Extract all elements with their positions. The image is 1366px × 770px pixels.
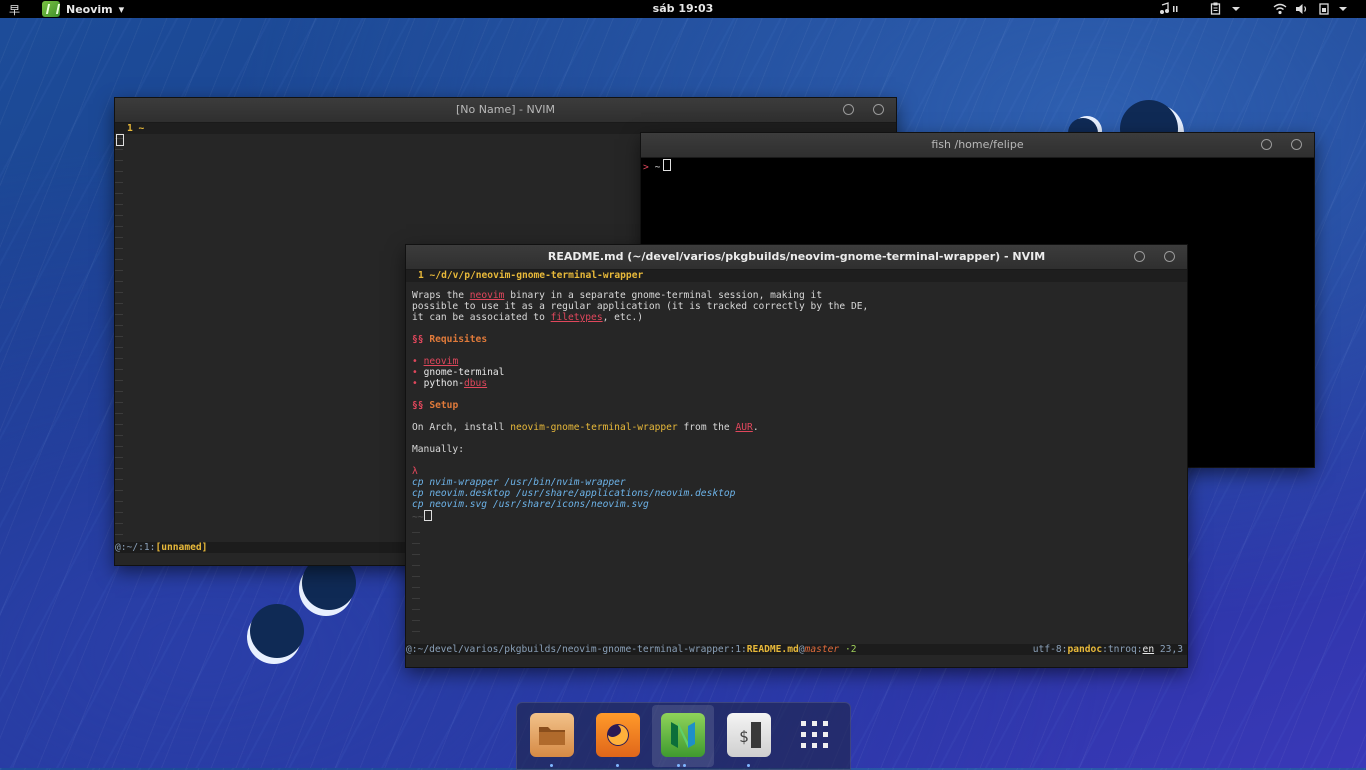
app-menu-label: Neovim: [66, 2, 113, 16]
neovim-app-icon: [42, 1, 60, 17]
prompt-symbol: >: [643, 162, 649, 173]
link[interactable]: neovim: [470, 290, 505, 301]
minimize-button[interactable]: [843, 104, 854, 115]
list-item: • gnome-terminal: [412, 367, 505, 378]
show-applications-icon: [801, 721, 828, 748]
minimize-button[interactable]: [1261, 139, 1272, 150]
format-options: tnroq: [1107, 644, 1137, 655]
close-button[interactable]: [873, 104, 884, 115]
chevron-down-icon: ▾: [118, 2, 125, 16]
heading-setup: §§ Setup: [412, 400, 459, 411]
window-titlebar[interactable]: [No Name] - NVIM: [115, 98, 896, 123]
music-icon[interactable]: [1159, 2, 1181, 16]
wallpaper-moon: [250, 604, 304, 658]
tab-label[interactable]: 1 ~/d/v/p/neovim-gnome-terminal-wrapper: [418, 270, 643, 281]
minimize-button[interactable]: [1134, 251, 1145, 262]
running-indicator: [677, 764, 680, 767]
text-cursor: [116, 134, 124, 146]
code-line: cp neovim.desktop /usr/share/application…: [412, 488, 736, 499]
link[interactable]: filetypes: [551, 312, 603, 323]
running-indicator: [747, 764, 750, 767]
shell-prompt[interactable]: > ~: [643, 159, 672, 173]
clipboard-icon[interactable]: [1210, 2, 1222, 16]
running-indicator: [616, 764, 619, 767]
app-grid-icon[interactable]: [793, 713, 837, 757]
paragraph-line: Wraps the neovim binary in a separate gn…: [412, 290, 823, 301]
volume-icon[interactable]: [1295, 2, 1309, 16]
status-filename: [unnamed]: [155, 542, 208, 553]
top-bar: 早 Neovim ▾ sáb 19:03: [0, 0, 1366, 18]
terminal-icon[interactable]: $: [727, 713, 771, 757]
link[interactable]: AUR: [735, 422, 752, 433]
editor-buffer[interactable]: Wraps the neovim binary in a separate gn…: [412, 290, 868, 523]
chevron-down-icon[interactable]: [1337, 2, 1349, 16]
folder-icon: [539, 727, 565, 745]
list-item: • python-dbus: [412, 378, 488, 389]
link[interactable]: dbus: [464, 378, 487, 389]
power-icon[interactable]: [1318, 2, 1332, 16]
activities-button[interactable]: 早: [9, 2, 20, 18]
app-menu[interactable]: Neovim ▾: [42, 1, 124, 17]
git-changes: ·2: [839, 644, 857, 655]
text-cursor: [663, 159, 672, 171]
text-cursor: [423, 510, 432, 521]
cursor-position: 23,3: [1159, 644, 1183, 655]
running-indicator: [683, 764, 686, 767]
code-line: cp nvim-wrapper /usr/bin/nvim-wrapper: [412, 477, 626, 488]
wifi-icon[interactable]: [1273, 2, 1287, 16]
heading-requisites: §§ Requisites: [412, 334, 488, 345]
window-title: [No Name] - NVIM: [456, 103, 555, 116]
nvim-statusline: @:~/devel/varios/pkgbuilds/neovim-gnome-…: [406, 644, 1187, 655]
status-path: @:~/devel/varios/pkgbuilds/neovim-gnome-…: [406, 644, 747, 655]
firefox-icon[interactable]: [596, 713, 640, 757]
git-branch: master: [804, 644, 840, 655]
paragraph-line: Manually:: [412, 444, 464, 455]
code-block-marker: λ: [412, 466, 418, 477]
paragraph-line: it can be associated to filetypes, etc.): [412, 312, 644, 323]
status-path: @:~/:1:: [115, 542, 156, 553]
code-end-line: ~~: [412, 510, 868, 523]
neovim-logo-icon: [671, 722, 695, 748]
svg-text:$: $: [739, 727, 749, 746]
dock: $: [516, 702, 851, 770]
link[interactable]: neovim: [424, 356, 459, 367]
nvim-tabline[interactable]: 1 ~/d/v/p/neovim-gnome-terminal-wrapper: [406, 270, 1187, 282]
close-button[interactable]: [1291, 139, 1302, 150]
window-title: README.md (~/devel/varios/pkgbuilds/neov…: [547, 250, 1046, 263]
file-encoding: utf-8:: [1032, 644, 1068, 655]
window-title: fish /home/felipe: [931, 138, 1024, 151]
close-button[interactable]: [1164, 251, 1175, 262]
paragraph-line: possible to use it as a regular applicat…: [412, 301, 869, 312]
list-item: • neovim: [412, 356, 459, 367]
empty-line-markers: [115, 133, 123, 540]
paragraph-line: On Arch, install neovim-gnome-terminal-w…: [412, 422, 759, 433]
neovim-icon[interactable]: [661, 713, 705, 757]
nvim-window-readme[interactable]: README.md (~/devel/varios/pkgbuilds/neov…: [406, 245, 1187, 667]
code-line: cp neovim.svg /usr/share/icons/neovim.sv…: [412, 499, 649, 510]
firefox-logo-icon: [607, 724, 629, 746]
window-titlebar[interactable]: README.md (~/devel/varios/pkgbuilds/neov…: [406, 245, 1187, 270]
chevron-down-icon[interactable]: [1230, 2, 1242, 16]
running-indicator: [550, 764, 553, 767]
file-type: pandoc: [1067, 644, 1103, 655]
files-icon[interactable]: [530, 713, 574, 757]
status-filename: README.md: [746, 644, 799, 655]
empty-line-markers: [412, 527, 420, 637]
window-titlebar[interactable]: fish /home/felipe: [641, 133, 1314, 158]
spell-lang: en: [1142, 644, 1155, 655]
tab-label[interactable]: 1 ~: [127, 123, 144, 134]
prompt-path: ~: [654, 162, 661, 173]
terminal-app-icon: $: [739, 722, 761, 748]
